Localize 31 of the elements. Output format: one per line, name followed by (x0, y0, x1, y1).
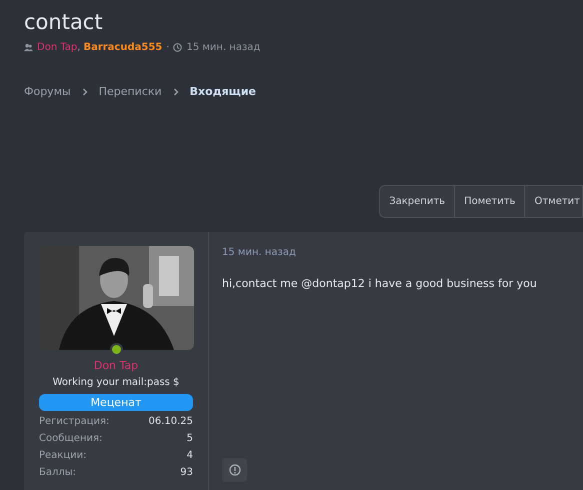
breadcrumb-link[interactable]: Входящие (190, 84, 256, 100)
report-button[interactable] (222, 458, 247, 482)
user-banner: Меценат (39, 394, 193, 411)
thread-title: contact (24, 9, 104, 36)
info-icon (228, 464, 240, 476)
breadcrumb-link[interactable]: Форумы (24, 84, 71, 100)
breadcrumb-link[interactable]: Переписки (98, 84, 162, 100)
action-button[interactable]: Отметит (525, 186, 582, 216)
action-button[interactable]: Закрепить (380, 186, 456, 216)
stat-value: 5 (186, 432, 193, 445)
stat-label: Сообщения: (39, 432, 102, 445)
message-text: hi,contact me @dontap12 i have a good business for you (222, 276, 538, 292)
clock-icon (173, 43, 182, 52)
stat-value: 93 (180, 466, 193, 479)
stat-label: Регистрация: (39, 415, 110, 428)
comma: , (77, 42, 80, 53)
chevron-icon (172, 88, 180, 96)
thread-time: 15 мин. назад (186, 41, 260, 55)
participant-link[interactable]: Don Tap (37, 42, 78, 53)
post-time[interactable]: 15 мин. назад (222, 244, 583, 260)
stat-value: 4 (186, 449, 193, 462)
stat-value: 06.10.25 (148, 415, 193, 428)
separator: · (166, 41, 170, 55)
chevron-icon (80, 88, 89, 96)
stat-label: Реакции: (39, 449, 87, 462)
users-icon (24, 43, 33, 52)
action-button[interactable]: Пометить (455, 186, 526, 216)
user-title: Working your mail:pass $ (52, 376, 180, 390)
username: Don Tap (92, 358, 140, 374)
participant-link[interactable]: Barracuda555 (83, 42, 162, 53)
stat-label: Баллы: (39, 466, 76, 479)
